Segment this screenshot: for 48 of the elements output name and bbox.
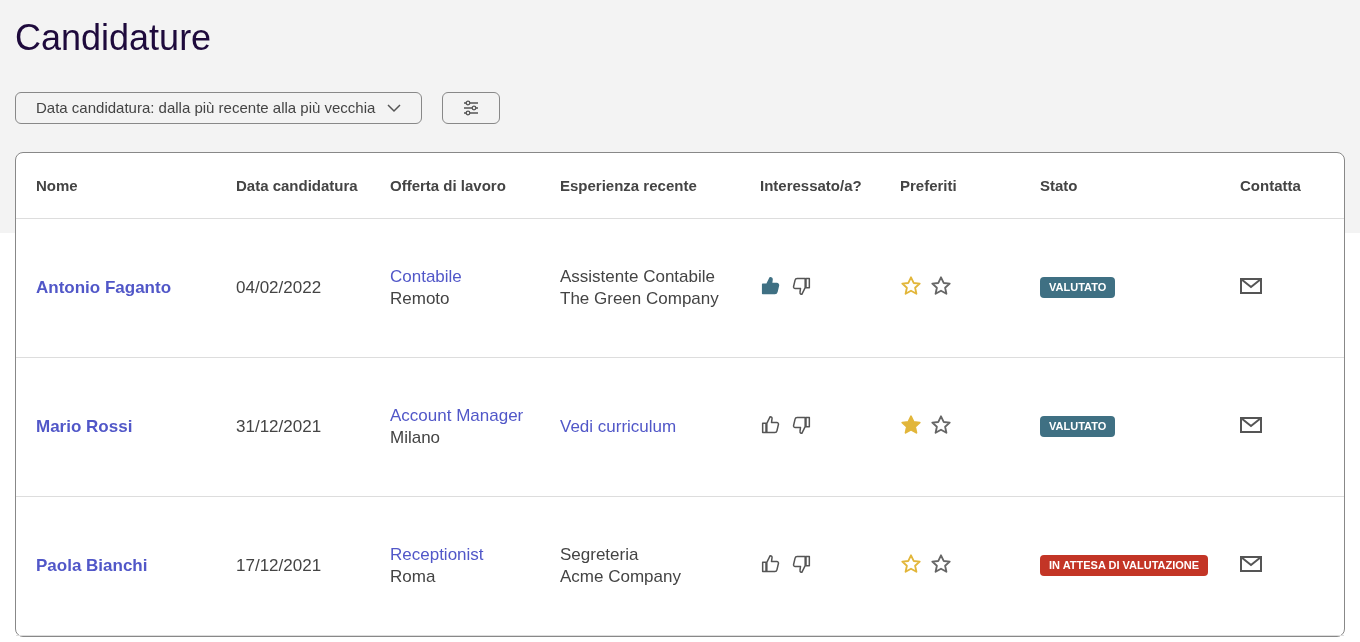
mail-icon[interactable] xyxy=(1240,417,1262,433)
mail-icon[interactable] xyxy=(1240,556,1262,572)
candidate-name-link[interactable]: Paola Bianchi xyxy=(36,556,148,576)
application-date: 31/12/2021 xyxy=(236,417,322,437)
status-badge: VALUTATO xyxy=(1040,277,1116,298)
candidate-name-link[interactable]: Antonio Faganto xyxy=(36,278,172,298)
column-header: Offerta di lavoro xyxy=(390,176,506,194)
thumbs-up-icon[interactable] xyxy=(760,276,782,296)
star-icon[interactable] xyxy=(930,414,952,436)
resume-link[interactable]: Vedi curriculum xyxy=(560,416,677,438)
experience-text: Acme Company xyxy=(560,566,681,588)
sort-dropdown[interactable]: Data candidatura: dalla più recente alla più vecchia xyxy=(15,92,423,124)
star-icon[interactable] xyxy=(930,275,952,297)
job-location: Roma xyxy=(390,566,436,588)
column-header: Nome xyxy=(36,176,78,194)
status-badge: VALUTATO xyxy=(1040,416,1116,437)
favorite-star-icon[interactable] xyxy=(900,275,922,297)
job-location: Milano xyxy=(390,427,441,449)
status-badge: IN ATTESA DI VALUTAZIONE xyxy=(1040,555,1209,576)
sliders-icon xyxy=(463,100,480,116)
thumbs-up-icon[interactable] xyxy=(760,415,782,435)
mail-icon[interactable] xyxy=(1240,278,1262,294)
column-header: Interessato/a? xyxy=(760,176,862,194)
application-date: 17/12/2021 xyxy=(236,556,322,576)
column-header: Data candidatura xyxy=(236,176,358,194)
column-header: Contatta xyxy=(1240,176,1301,194)
column-header: Preferiti xyxy=(900,176,957,194)
page-title: Candidature xyxy=(15,16,213,60)
job-offer-link[interactable]: Contabile xyxy=(390,266,462,288)
chevron-down-icon xyxy=(387,103,402,113)
favorite-star-icon[interactable] xyxy=(900,553,922,575)
job-location: Remoto xyxy=(390,288,450,310)
column-header: Esperienza recente xyxy=(560,176,697,194)
candidate-name-link[interactable]: Mario Rossi xyxy=(36,417,133,437)
filter-button[interactable] xyxy=(442,92,501,124)
experience-text: The Green Company xyxy=(560,288,719,310)
experience-text: Segreteria xyxy=(560,544,639,566)
column-header: Stato xyxy=(1040,176,1078,194)
thumbs-down-icon[interactable] xyxy=(790,554,812,574)
job-offer-link[interactable]: Account Manager xyxy=(390,405,524,427)
thumbs-down-icon[interactable] xyxy=(790,276,812,296)
thumbs-down-icon[interactable] xyxy=(790,415,812,435)
star-icon[interactable] xyxy=(930,553,952,575)
experience-text: Assistente Contabile xyxy=(560,266,715,288)
job-offer-link[interactable]: Receptionist xyxy=(390,544,484,566)
thumbs-up-icon[interactable] xyxy=(760,554,782,574)
application-date: 04/02/2022 xyxy=(236,278,322,298)
favorite-star-icon[interactable] xyxy=(900,414,922,436)
